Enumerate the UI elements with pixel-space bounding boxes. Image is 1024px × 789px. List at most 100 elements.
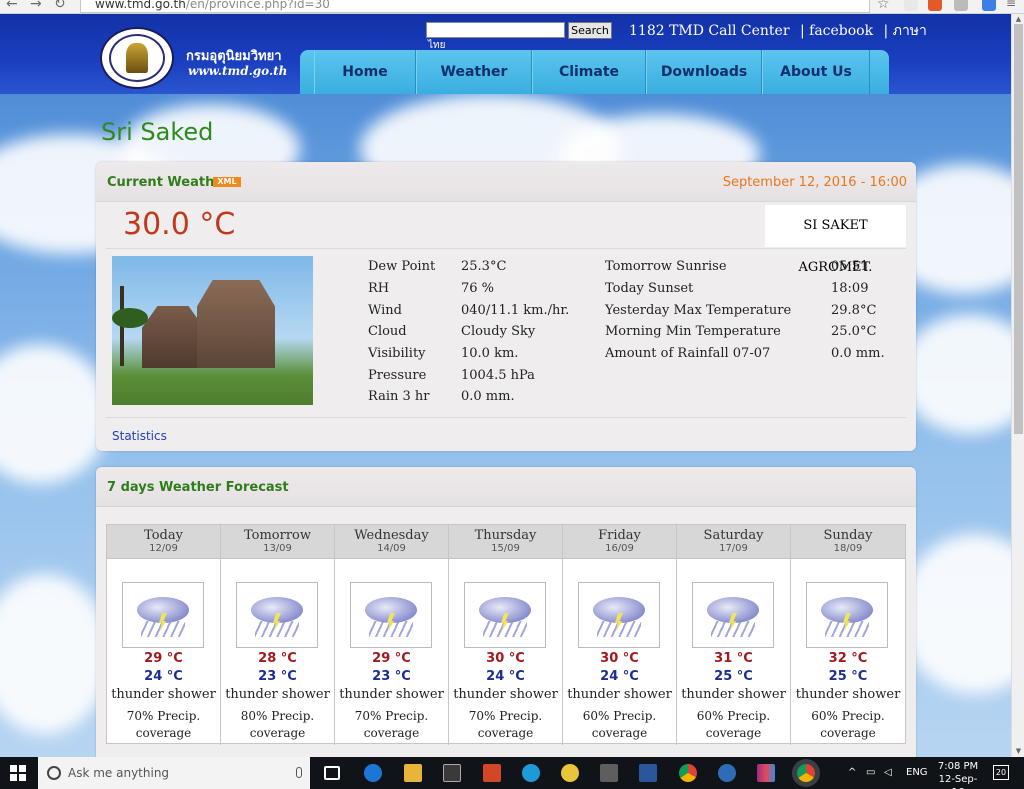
page-title: Sri Saked xyxy=(101,118,214,146)
detail-label: RH xyxy=(368,281,390,296)
forecast-date: 17/09 xyxy=(719,543,748,554)
forecast-date: 13/09 xyxy=(263,543,292,554)
forecast-day-name: Sunday xyxy=(823,528,873,543)
menu-downloads[interactable]: Downloads xyxy=(646,50,762,94)
back-arrow-icon[interactable]: ← xyxy=(6,0,18,12)
forecast-day: Tomorrow 13/09 28 °C 23 °C thunder shower… xyxy=(221,525,335,745)
menu-icon[interactable]: ≡ xyxy=(1006,0,1016,10)
current-weather-panel: Current Weather XML September 12, 2016 -… xyxy=(96,162,916,451)
detail-label: Pressure xyxy=(368,368,427,383)
main-menu: Home Weather Climate Downloads About Us xyxy=(300,50,889,94)
thai-language-link[interactable]: | ภาษา xyxy=(884,23,927,39)
microphone-icon[interactable] xyxy=(296,767,302,778)
forecast-day-name: Saturday xyxy=(703,528,764,543)
forecast-condition: thunder shower xyxy=(453,687,558,702)
forecast-condition: thunder shower xyxy=(567,687,672,702)
forecast-precip: 80% Precip. coverage xyxy=(240,709,315,740)
forecast-precip: 60% Precip. coverage xyxy=(582,709,657,740)
clock-date: 12-Sep-16 xyxy=(938,774,978,789)
emblem-icon xyxy=(126,43,148,73)
address-bar[interactable]: www.tmd.go.th/en/province.php?id=30 xyxy=(80,0,870,13)
thunder-shower-icon xyxy=(464,582,546,648)
edge-browser-icon[interactable] xyxy=(364,764,382,782)
bookmark-star-icon[interactable]: ☆ xyxy=(877,0,890,12)
observation-datetime: September 12, 2016 - 16:00 xyxy=(722,175,907,190)
volume-icon[interactable]: ◁ xyxy=(884,767,895,778)
app-icon[interactable] xyxy=(522,764,540,782)
tray-expand-icon[interactable]: ^ xyxy=(848,767,859,778)
detail-value: 10.0 km. xyxy=(461,346,519,361)
forecast-precip: 70% Precip. coverage xyxy=(126,709,201,740)
panel-header: 7 days Weather Forecast xyxy=(96,467,916,507)
word-icon[interactable] xyxy=(639,764,657,782)
forecast-low: 24 °C xyxy=(486,669,525,684)
statistics-link[interactable]: Statistics xyxy=(112,429,167,443)
task-view-icon[interactable] xyxy=(324,766,340,780)
province-photo xyxy=(112,256,313,405)
winrar-icon[interactable] xyxy=(757,764,775,782)
chrome-active-icon[interactable] xyxy=(797,764,815,782)
url-host: www.tmd.go.th xyxy=(95,0,186,11)
facebook-link[interactable]: | facebook xyxy=(800,23,873,39)
network-icon[interactable]: ▭ xyxy=(866,767,877,778)
scroll-down-arrow-icon[interactable]: ▼ xyxy=(1014,747,1023,755)
search-button[interactable]: Search xyxy=(568,22,612,39)
forecast-heading: 7 days Weather Forecast xyxy=(107,480,289,495)
windows-start-icon[interactable] xyxy=(10,765,26,781)
menu-climate[interactable]: Climate xyxy=(532,50,646,94)
app-icon[interactable] xyxy=(718,764,736,782)
file-explorer-icon[interactable] xyxy=(404,764,422,782)
scrollbar-thumb[interactable] xyxy=(1014,24,1023,434)
cortana-search-box[interactable]: Ask me anything xyxy=(38,757,310,789)
cortana-icon xyxy=(47,766,61,780)
page-scrollbar[interactable]: ▲ ▼ xyxy=(1011,14,1024,757)
input-language[interactable]: ENG xyxy=(906,767,928,778)
system-clock[interactable]: 7:08 PM 12-Sep-16 xyxy=(936,760,980,789)
powerpoint-icon[interactable] xyxy=(483,764,501,782)
detail-label: Visibility xyxy=(368,346,426,361)
forward-arrow-icon[interactable]: → xyxy=(30,0,42,12)
scroll-up-arrow-icon[interactable]: ▲ xyxy=(1014,15,1023,23)
forecast-high: 30 °C xyxy=(600,651,639,666)
station-name: SI SAKET AGROMET. xyxy=(765,205,906,275)
forecast-day: Saturday 17/09 31 °C 25 °C thunder shower… xyxy=(677,525,791,745)
detail-value: 18:09 xyxy=(831,281,869,296)
tmd-logo[interactable] xyxy=(100,27,174,89)
menu-weather[interactable]: Weather xyxy=(416,50,532,94)
detail-value: Cloudy Sky xyxy=(461,324,536,339)
detail-label: Cloud xyxy=(368,324,407,339)
xml-feed-badge[interactable]: XML xyxy=(213,177,241,187)
forecast-panel: 7 days Weather Forecast Today 12/09 29 °C… xyxy=(96,467,916,767)
chrome-icon[interactable] xyxy=(679,764,697,782)
forecast-condition: thunder shower xyxy=(225,687,330,702)
forecast-high: 29 °C xyxy=(144,651,183,666)
notification-center-icon[interactable]: 20 xyxy=(993,765,1009,780)
detail-value: 05:51 xyxy=(831,259,869,274)
detail-value: 0.0 mm. xyxy=(461,389,515,404)
thunder-shower-icon xyxy=(236,582,318,648)
calculator-icon[interactable] xyxy=(600,764,618,782)
detail-label: Rain 3 hr xyxy=(368,389,430,404)
call-center-link[interactable]: 1182 TMD Call Center xyxy=(629,23,790,39)
menu-about-us[interactable]: About Us xyxy=(762,50,870,94)
extension-icon[interactable] xyxy=(982,0,996,11)
forecast-day-name: Wednesday xyxy=(354,528,429,543)
forecast-condition: thunder shower xyxy=(681,687,786,702)
thunder-shower-icon xyxy=(806,582,888,648)
forecast-precip: 60% Precip. coverage xyxy=(811,709,885,740)
store-icon[interactable] xyxy=(443,764,461,782)
extension-icon[interactable] xyxy=(954,0,968,11)
reload-icon[interactable]: ↻ xyxy=(54,0,66,12)
detail-value: 1004.5 hPa xyxy=(461,368,535,383)
detail-value: 76 % xyxy=(461,281,495,296)
forecast-day-name: Today xyxy=(144,528,183,543)
extension-icon[interactable] xyxy=(904,0,918,11)
forecast-condition: thunder shower xyxy=(795,687,901,702)
menu-home[interactable]: Home xyxy=(314,50,416,94)
extension-icon[interactable] xyxy=(928,0,942,11)
search-input[interactable] xyxy=(426,22,565,38)
forecast-condition: thunder shower xyxy=(339,687,444,702)
detail-label: Today Sunset xyxy=(605,281,694,296)
media-player-icon[interactable] xyxy=(561,764,579,782)
thunder-shower-icon xyxy=(578,582,660,648)
